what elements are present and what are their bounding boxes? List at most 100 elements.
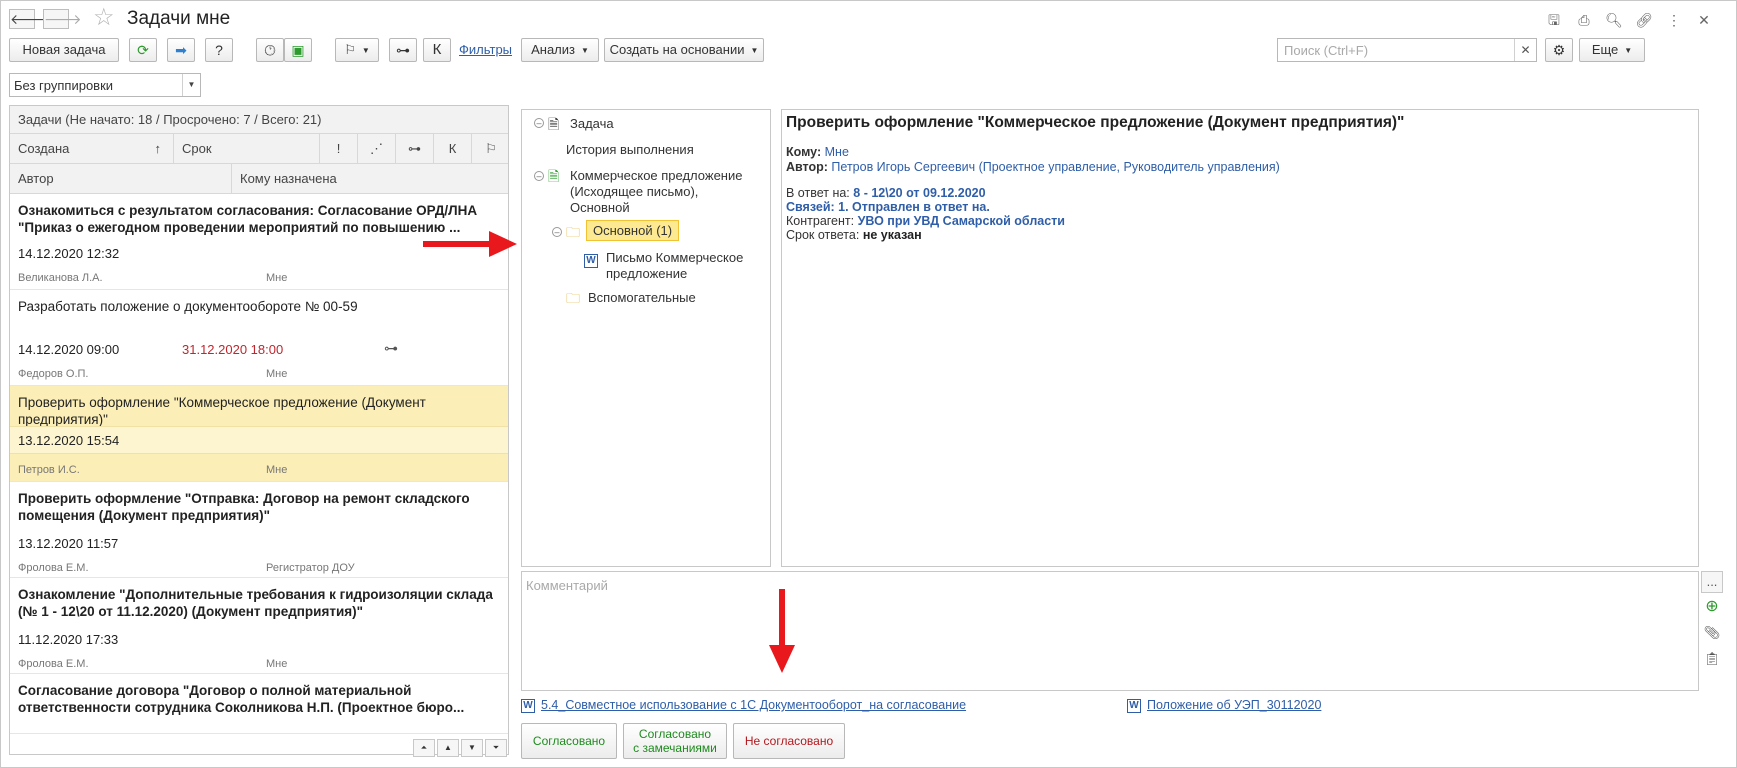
list-item[interactable]: Проверить оформление "Отправка: Договор … (10, 482, 508, 578)
preview-icon[interactable]: 🔍︎ (1603, 11, 1625, 29)
more-button[interactable]: Еще ▼ (1579, 38, 1645, 62)
image-button[interactable]: ▣ (284, 38, 312, 62)
approve-with-remarks-button[interactable]: Согласовано с замечаниями (623, 723, 727, 759)
annotation-arrow-right (423, 241, 493, 247)
tree-document-line3: Основной (570, 200, 630, 215)
task-author: Федоров О.П. (18, 368, 89, 380)
header-row-2: Автор Кому назначена (10, 164, 508, 194)
folder-icon: 🗀 (566, 224, 580, 240)
folder-icon: 🗀 (566, 290, 580, 306)
attachment-link-2[interactable]: W Положение об УЭП_30112020 (1127, 698, 1321, 713)
print-icon[interactable]: ⎙ (1573, 11, 1595, 29)
more-label: Еще (1591, 42, 1619, 57)
list-item[interactable]: Ознакомление "Дополнительные требования … (10, 578, 508, 674)
close-icon[interactable]: ✕ (1693, 11, 1715, 29)
reply-label: В ответ на: (786, 186, 850, 200)
task-title: Проверить оформление "Отправка: Договор … (18, 491, 470, 523)
filters-link[interactable]: Фильтры (459, 38, 512, 62)
column-k[interactable]: К (434, 134, 472, 164)
collapse-icon[interactable]: – (534, 118, 544, 128)
list-item[interactable]: Согласование договора "Договор о полной … (10, 674, 508, 734)
refresh-button[interactable]: ⟳ (129, 38, 157, 62)
grouping-select[interactable]: Без группировки ▼ (9, 73, 201, 97)
caret-down-icon: ▼ (750, 45, 759, 55)
back-button[interactable]: 🡐 (9, 9, 48, 29)
deadline-label: Срок ответа: (786, 228, 860, 242)
more-vertical-icon[interactable]: ⋮ (1663, 11, 1685, 29)
author-value[interactable]: Петров Игорь Сергеевич (Проектное управл… (831, 160, 1279, 174)
tree-view-button[interactable]: ⊶ (389, 38, 417, 62)
attachment-link-1[interactable]: W 5.4_Совместное использование с 1С Докум… (521, 698, 966, 713)
comment-placeholder: Комментарий (526, 578, 608, 593)
tree-main-folder[interactable]: Основной (1) (586, 220, 680, 241)
collapse-icon[interactable]: – (552, 227, 562, 237)
analysis-button[interactable]: Анализ ▼ (521, 38, 599, 62)
tree-document[interactable]: Коммерческое предложение (Исходящее пись… (570, 168, 742, 216)
tree-history[interactable]: История выполнения (566, 142, 694, 158)
k-button[interactable]: К (423, 38, 451, 62)
new-task-button[interactable]: Новая задача (9, 38, 119, 62)
approve-button[interactable]: Согласовано (521, 723, 617, 759)
link-icon[interactable]: 🔗︎ (1633, 11, 1655, 29)
column-assigned[interactable]: Кому назначена (232, 164, 508, 194)
list-item[interactable]: Разработать положение о документообороте… (10, 290, 508, 386)
attachment-name: 5.4_Совместное использование с 1С Докуме… (541, 698, 967, 712)
contractor-value[interactable]: УВО при УВД Самарской области (858, 214, 1065, 228)
scroll-bottom-button[interactable]: ⏷ (485, 739, 507, 757)
flag-dropdown-button[interactable]: ⚐ ▼ (335, 38, 379, 62)
annotation-arrow-right-head (489, 231, 517, 257)
column-author[interactable]: Автор (10, 164, 232, 194)
refresh-icon: ⟳ (137, 42, 149, 58)
document-icon: 🗎 (548, 116, 560, 132)
scroll-top-button[interactable]: ⏶ (413, 739, 435, 757)
favorite-star-icon[interactable]: ☆ (93, 5, 115, 31)
to-value[interactable]: Мне (825, 145, 849, 159)
add-circle-icon[interactable]: ⊕ (1701, 597, 1723, 619)
task-created: 11.12.2020 17:33 (18, 632, 119, 647)
caret-down-icon[interactable]: ▼ (182, 74, 200, 96)
clear-search-icon[interactable]: ✕ (1514, 39, 1536, 61)
task-assigned: Мне (266, 464, 288, 476)
hierarchy-icon: ⊶ (384, 340, 398, 356)
tree-file[interactable]: Письмо Коммерческое предложение (606, 250, 743, 282)
document-check-icon: 🗎 (548, 168, 560, 184)
arrow-right-icon: ➡ (175, 42, 187, 58)
flag-icon[interactable]: ⚐ (472, 134, 508, 164)
execution-icon[interactable]: ⋰ (358, 134, 396, 164)
task-author: Фролова Е.М. (18, 562, 89, 574)
detail-deadline: Срок ответа: не указан (786, 228, 922, 243)
scroll-up-button[interactable]: ▲ (437, 739, 459, 757)
comment-field[interactable]: Комментарий (521, 571, 1699, 691)
task-created: 13.12.2020 15:54 (18, 433, 120, 448)
column-due[interactable]: Срок (174, 134, 320, 164)
create-based-button[interactable]: Создать на основании ▼ (604, 38, 764, 62)
paperclip-icon[interactable]: 📎︎ (1701, 623, 1723, 645)
clock-button[interactable]: 🕐︎ (256, 38, 284, 62)
hierarchy-icon[interactable]: ⊶ (396, 134, 434, 164)
task-assigned: Мне (266, 368, 288, 380)
header-row-1: Создана ↑ Срок ! ⋰ ⊶ К ⚐ (10, 134, 508, 164)
help-button[interactable]: ? (205, 38, 233, 62)
save-icon[interactable]: 🖫 (1543, 11, 1565, 29)
comment-more-button[interactable]: ... (1701, 571, 1723, 593)
clipboard-icon[interactable]: 📋︎ (1701, 649, 1723, 671)
scroll-down-button[interactable]: ▼ (461, 739, 483, 757)
importance-icon[interactable]: ! (320, 134, 358, 164)
reply-value[interactable]: 8 - 12\20 от 09.12.2020 (853, 186, 985, 200)
deadline-value: не указан (862, 228, 922, 242)
forward-button[interactable]: 🡒 (43, 9, 82, 29)
settings-button[interactable]: ⚙ (1545, 38, 1573, 62)
search-placeholder: Поиск (Ctrl+F) (1284, 43, 1369, 58)
task-author: Фролова Е.М. (18, 658, 89, 670)
tree-aux-folder[interactable]: Вспомогательные (588, 290, 696, 306)
links-value[interactable]: Связей: 1. Отправлен в ответ на. (786, 200, 990, 214)
column-created[interactable]: Создана ↑ (10, 134, 174, 164)
detail-links: Связей: 1. Отправлен в ответ на. (786, 200, 990, 215)
list-item-selected[interactable]: Проверить оформление "Коммерческое предл… (10, 386, 508, 482)
reject-button[interactable]: Не согласовано (733, 723, 845, 759)
gear-icon: ⚙ (1552, 42, 1566, 58)
collapse-icon[interactable]: – (534, 171, 544, 181)
forward-task-button[interactable]: ➡ (167, 38, 195, 62)
search-input[interactable]: Поиск (Ctrl+F) ✕ (1277, 38, 1537, 62)
tree-task[interactable]: Задача (570, 116, 614, 132)
